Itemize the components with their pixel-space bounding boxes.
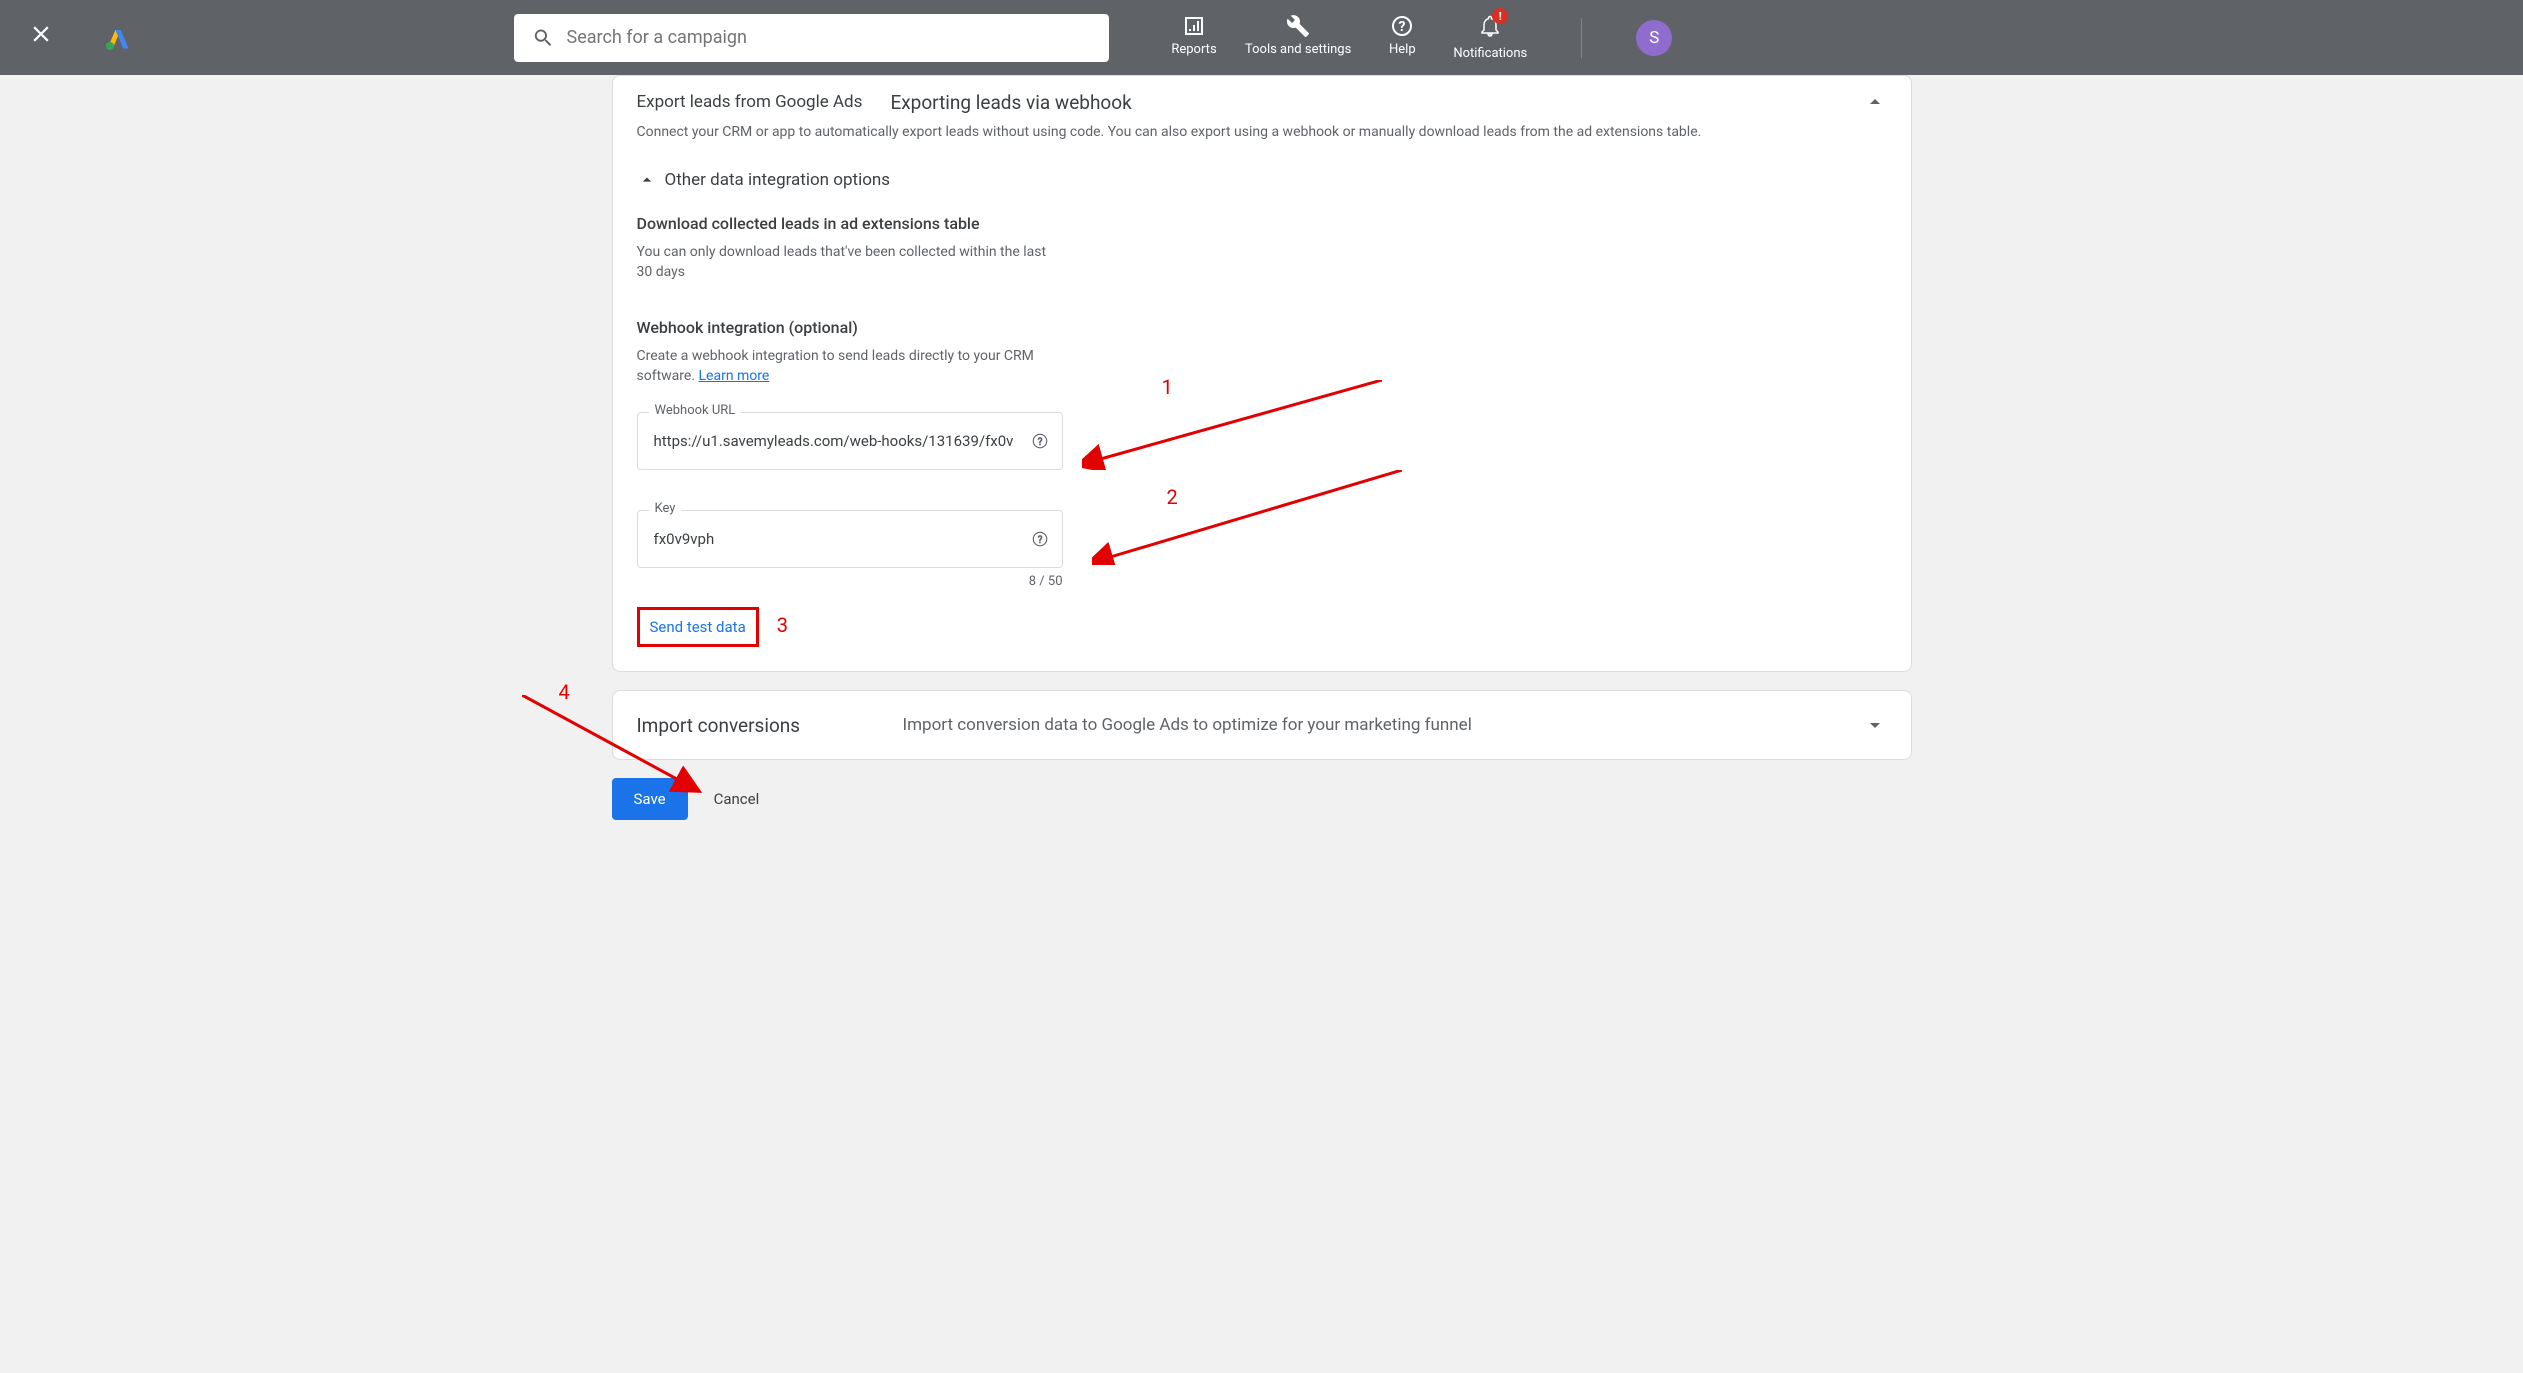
webhook-url-field-wrap: Webhook URL ? — [637, 412, 1063, 470]
collapse-toggle[interactable]: Other data integration options — [637, 170, 1887, 190]
header-divider — [1581, 18, 1582, 58]
header-bar: Reports Tools and settings ? Help ! Noti… — [0, 0, 2523, 75]
card-subtitle: Exporting leads via webhook — [890, 91, 1131, 114]
learn-more-link[interactable]: Learn more — [699, 368, 770, 384]
nav-help-label: Help — [1389, 42, 1416, 57]
import-conversions-card[interactable]: Import conversions Import conversion dat… — [612, 690, 1912, 760]
annotation-3: 3 — [777, 613, 788, 637]
search-input[interactable] — [567, 27, 1091, 48]
svg-text:?: ? — [1037, 437, 1042, 448]
nav-notifications[interactable]: ! Notifications — [1453, 14, 1527, 61]
webhook-url-label: Webhook URL — [649, 403, 742, 418]
avatar-letter: S — [1649, 28, 1659, 48]
footer-actions: Save Cancel — [612, 778, 1912, 820]
content-wrap: Export leads from Google Ads Exporting l… — [612, 75, 1912, 840]
annotation-2: 2 — [1167, 485, 1178, 509]
nav-reports[interactable]: Reports — [1169, 14, 1219, 61]
bell-icon-wrap: ! — [1478, 14, 1502, 42]
nav-tools-label: Tools and settings — [1245, 42, 1351, 57]
card-body: Connect your CRM or app to automatically… — [613, 124, 1911, 671]
import-card-desc: Import conversion data to Google Ads to … — [903, 715, 1863, 735]
export-leads-card: Export leads from Google Ads Exporting l… — [612, 75, 1912, 672]
close-icon[interactable] — [20, 13, 62, 62]
nav-help[interactable]: ? Help — [1377, 14, 1427, 61]
google-ads-logo-icon — [102, 22, 134, 54]
key-label: Key — [649, 501, 682, 516]
collapse-title: Other data integration options — [665, 170, 891, 190]
chevron-up-icon — [637, 170, 657, 190]
svg-text:?: ? — [1037, 535, 1042, 546]
download-section-title: Download collected leads in ad extension… — [637, 214, 1887, 233]
nav-reports-label: Reports — [1171, 42, 1216, 57]
webhook-section-desc: Create a webhook integration to send lea… — [637, 347, 1057, 386]
card-description: Connect your CRM or app to automatically… — [637, 124, 1887, 140]
cancel-button[interactable]: Cancel — [714, 790, 760, 808]
svg-text:?: ? — [1399, 19, 1406, 35]
annotation-1: 1 — [1162, 375, 1173, 399]
wrench-icon — [1286, 14, 1310, 38]
save-button[interactable]: Save — [612, 778, 688, 820]
chevron-up-icon[interactable] — [1863, 90, 1887, 114]
notification-badge: ! — [1492, 8, 1508, 24]
help-icon: ? — [1390, 14, 1414, 38]
char-count: 8 / 50 — [637, 574, 1063, 589]
top-nav: Reports Tools and settings ? Help ! Noti… — [1169, 14, 1527, 61]
send-test-data-button[interactable]: Send test data — [637, 607, 759, 647]
avatar[interactable]: S — [1636, 20, 1672, 56]
webhook-url-input[interactable] — [637, 412, 1063, 470]
card-title: Export leads from Google Ads — [637, 92, 863, 112]
help-icon[interactable]: ? — [1031, 530, 1049, 548]
webhook-section-title: Webhook integration (optional) — [637, 318, 1887, 337]
search-container — [514, 14, 1109, 62]
reports-icon — [1182, 14, 1206, 38]
download-section-desc: You can only download leads that've been… — [637, 243, 1057, 282]
annotation-4: 4 — [559, 680, 570, 704]
nav-tools[interactable]: Tools and settings — [1245, 14, 1351, 61]
nav-notifications-label: Notifications — [1453, 46, 1527, 61]
search-icon — [532, 26, 555, 50]
key-field-wrap: Key ? — [637, 510, 1063, 568]
key-input[interactable] — [637, 510, 1063, 568]
webhook-desc-text: Create a webhook integration to send lea… — [637, 348, 1034, 384]
import-card-title: Import conversions — [637, 714, 903, 737]
help-icon[interactable]: ? — [1031, 432, 1049, 450]
card-header: Export leads from Google Ads Exporting l… — [613, 76, 1911, 124]
chevron-down-icon — [1863, 713, 1887, 737]
